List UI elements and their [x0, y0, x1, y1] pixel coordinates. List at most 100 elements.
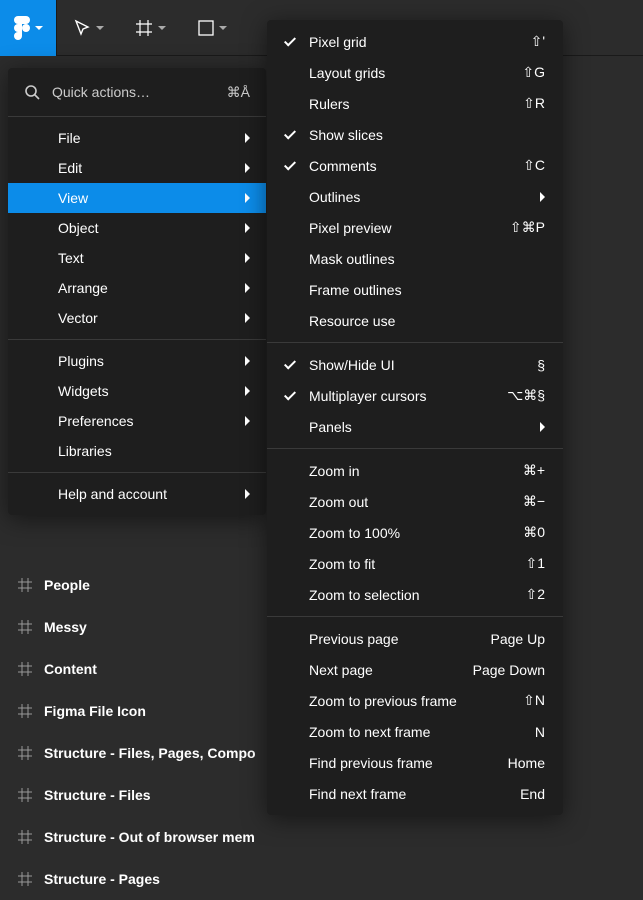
submenu-item-label: Zoom to 100%	[309, 525, 523, 541]
submenu-item-show-slices[interactable]: Show slices	[267, 119, 563, 150]
quick-actions-label: Quick actions…	[52, 84, 227, 100]
submenu-item-pixel-grid[interactable]: Pixel grid⇧'	[267, 26, 563, 57]
menu-item-edit[interactable]: Edit	[8, 153, 266, 183]
search-icon	[24, 84, 40, 100]
submenu-item-frame-outlines[interactable]: Frame outlines	[267, 274, 563, 305]
submenu-item-next-page[interactable]: Next pagePage Down	[267, 654, 563, 685]
menu-divider	[267, 616, 563, 617]
submenu-item-label: Next page	[309, 662, 473, 678]
submenu-item-multiplayer-cursors[interactable]: Multiplayer cursors⌥⌘§	[267, 380, 563, 411]
chevron-right-icon	[245, 193, 250, 203]
menu-item-arrange[interactable]: Arrange	[8, 273, 266, 303]
frame-icon	[18, 704, 32, 718]
menu-item-vector[interactable]: Vector	[8, 303, 266, 333]
chevron-right-icon	[245, 313, 250, 323]
layer-row[interactable]: Content	[18, 648, 256, 690]
submenu-item-label: Zoom out	[309, 494, 523, 510]
submenu-item-zoom-to-selection[interactable]: Zoom to selection⇧2	[267, 579, 563, 610]
view-submenu: Pixel grid⇧'Layout grids⇧GRulers⇧R Show s…	[267, 20, 563, 815]
chevron-down-icon	[158, 26, 166, 30]
menu-item-label: Preferences	[58, 413, 245, 429]
submenu-item-find-previous-frame[interactable]: Find previous frameHome	[267, 747, 563, 778]
frame-tool-button[interactable]	[119, 0, 181, 56]
menu-item-label: Plugins	[58, 353, 245, 369]
menu-divider	[267, 448, 563, 449]
submenu-item-label: Previous page	[309, 631, 491, 647]
submenu-item-label: Show slices	[309, 127, 545, 143]
submenu-item-zoom-to-[interactable]: Zoom to 100%⌘0	[267, 517, 563, 548]
menu-item-plugins[interactable]: Plugins	[8, 346, 266, 376]
move-tool-button[interactable]	[57, 0, 119, 56]
menu-item-label: Help and account	[58, 486, 245, 502]
shape-tool-button[interactable]	[181, 0, 243, 56]
check-icon	[285, 129, 297, 141]
check-slot	[285, 359, 309, 371]
submenu-item-zoom-to-fit[interactable]: Zoom to fit⇧1	[267, 548, 563, 579]
submenu-item-shortcut: ⇧C	[523, 157, 545, 174]
layer-name: Messy	[44, 619, 87, 635]
submenu-item-shortcut: End	[520, 786, 545, 802]
frame-icon	[18, 620, 32, 634]
layer-row[interactable]: People	[18, 564, 256, 606]
menu-item-label: File	[58, 130, 245, 146]
check-slot	[285, 36, 309, 48]
submenu-item-zoom-out[interactable]: Zoom out⌘−	[267, 486, 563, 517]
submenu-item-show-hide-ui[interactable]: Show/Hide UI§	[267, 349, 563, 380]
layer-name: Content	[44, 661, 97, 677]
check-slot	[285, 160, 309, 172]
frame-icon	[18, 830, 32, 844]
submenu-item-shortcut: ⇧1	[525, 555, 545, 572]
submenu-item-label: Resource use	[309, 313, 545, 329]
menu-item-label: View	[58, 190, 245, 206]
submenu-item-label: Find next frame	[309, 786, 520, 802]
layer-name: Structure - Files, Pages, Compo	[44, 745, 256, 761]
layer-row[interactable]: Structure - Pages	[18, 858, 256, 900]
menu-divider	[8, 472, 266, 473]
submenu-item-panels[interactable]: Panels	[267, 411, 563, 442]
submenu-item-pixel-preview[interactable]: Pixel preview⇧⌘P	[267, 212, 563, 243]
layer-name: Structure - Pages	[44, 871, 160, 887]
submenu-item-label: Frame outlines	[309, 282, 545, 298]
submenu-item-shortcut: ⇧⌘P	[510, 219, 545, 236]
frame-icon	[18, 578, 32, 592]
submenu-item-mask-outlines[interactable]: Mask outlines	[267, 243, 563, 274]
submenu-item-label: Show/Hide UI	[309, 357, 537, 373]
layer-row[interactable]: Structure - Files	[18, 774, 256, 816]
submenu-item-zoom-to-previous-frame[interactable]: Zoom to previous frame⇧N	[267, 685, 563, 716]
submenu-item-layout-grids[interactable]: Layout grids⇧G	[267, 57, 563, 88]
submenu-item-shortcut: ⇧'	[531, 33, 545, 50]
figma-logo-button[interactable]	[0, 0, 56, 56]
submenu-item-zoom-in[interactable]: Zoom in⌘+	[267, 455, 563, 486]
submenu-item-shortcut: Page Down	[473, 662, 545, 678]
submenu-item-shortcut: ⇧2	[525, 586, 545, 603]
layer-row[interactable]: Figma File Icon	[18, 690, 256, 732]
menu-item-label: Text	[58, 250, 245, 266]
check-slot	[285, 390, 309, 402]
submenu-item-rulers[interactable]: Rulers⇧R	[267, 88, 563, 119]
chevron-right-icon	[540, 192, 545, 202]
submenu-item-label: Zoom to selection	[309, 587, 525, 603]
submenu-item-comments[interactable]: Comments⇧C	[267, 150, 563, 181]
menu-item-libraries[interactable]: Libraries	[8, 436, 266, 466]
quick-actions-row[interactable]: Quick actions… ⌘Å	[8, 74, 266, 110]
menu-item-object[interactable]: Object	[8, 213, 266, 243]
check-icon	[285, 160, 297, 172]
submenu-item-resource-use[interactable]: Resource use	[267, 305, 563, 336]
menu-item-widgets[interactable]: Widgets	[8, 376, 266, 406]
menu-item-view[interactable]: View	[8, 183, 266, 213]
menu-item-label: Object	[58, 220, 245, 236]
menu-item-preferences[interactable]: Preferences	[8, 406, 266, 436]
layer-name: Structure - Out of browser mem	[44, 829, 255, 845]
menu-item-help-and-account[interactable]: Help and account	[8, 479, 266, 509]
submenu-item-shortcut: ⌘0	[523, 524, 545, 541]
submenu-item-outlines[interactable]: Outlines	[267, 181, 563, 212]
submenu-item-previous-page[interactable]: Previous pagePage Up	[267, 623, 563, 654]
layer-row[interactable]: Structure - Out of browser mem	[18, 816, 256, 858]
menu-item-file[interactable]: File	[8, 123, 266, 153]
layer-row[interactable]: Structure - Files, Pages, Compo	[18, 732, 256, 774]
layer-row[interactable]: Messy	[18, 606, 256, 648]
check-icon	[285, 36, 297, 48]
submenu-item-zoom-to-next-frame[interactable]: Zoom to next frameN	[267, 716, 563, 747]
menu-item-text[interactable]: Text	[8, 243, 266, 273]
submenu-item-find-next-frame[interactable]: Find next frameEnd	[267, 778, 563, 809]
